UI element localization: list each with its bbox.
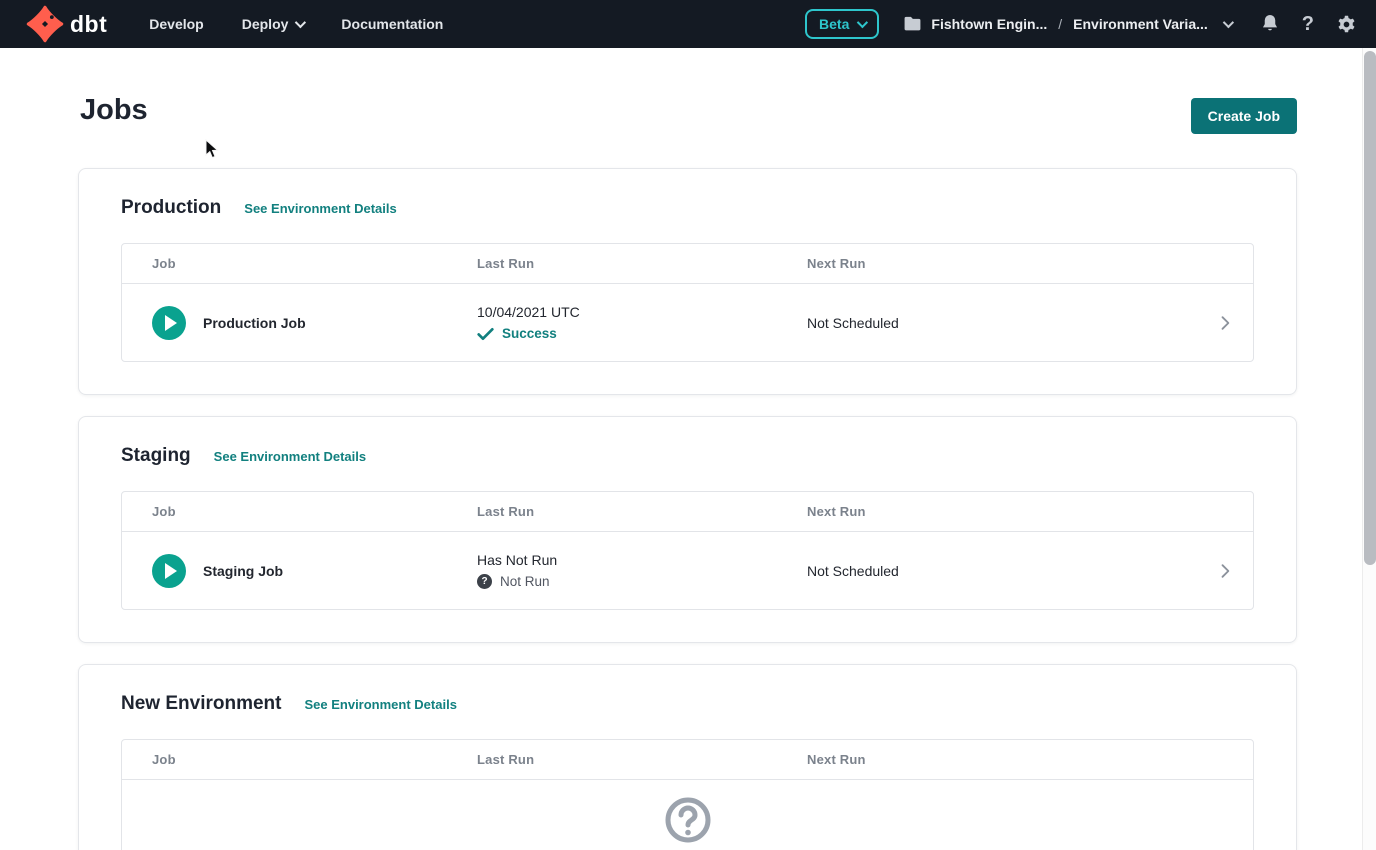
column-header-next-run: Next Run [807, 256, 1197, 271]
environment-name: Staging [121, 445, 191, 467]
jobs-table-header: Job Last Run Next Run [122, 740, 1253, 780]
next-run-value: Not Scheduled [807, 563, 1197, 579]
last-run-status: Not Run [500, 574, 550, 589]
see-environment-details-link[interactable]: See Environment Details [304, 697, 456, 712]
job-row-staging[interactable]: Staging Job Has Not Run ? Not Run Not Sc… [122, 532, 1253, 609]
empty-state-question-circle-icon [664, 796, 712, 849]
dbt-logo-icon [26, 5, 64, 43]
job-name: Staging Job [203, 563, 283, 579]
run-job-button[interactable] [152, 554, 186, 588]
help-icon[interactable]: ? [1302, 14, 1314, 34]
create-job-button[interactable]: Create Job [1191, 98, 1297, 134]
last-run-date: 10/04/2021 UTC [477, 304, 807, 320]
run-job-button[interactable] [152, 306, 186, 340]
job-row-production[interactable]: Production Job 10/04/2021 UTC Success No… [122, 284, 1253, 361]
not-run-question-icon: ? [477, 574, 492, 589]
breadcrumb: Fishtown Engin... / Environment Varia... [903, 16, 1230, 32]
jobs-table-header: Job Last Run Next Run [122, 244, 1253, 284]
environment-card-staging: Staging See Environment Details Job Last… [78, 416, 1297, 643]
success-check-icon [477, 327, 494, 341]
dbt-logo[interactable]: dbt [26, 5, 107, 43]
see-environment-details-link[interactable]: See Environment Details [244, 201, 396, 216]
environment-card-production: Production See Environment Details Job L… [78, 168, 1297, 395]
nav-item-develop[interactable]: Develop [149, 16, 203, 32]
chevron-down-icon[interactable] [1223, 17, 1234, 28]
dbt-logo-word: dbt [70, 13, 107, 36]
breadcrumb-separator: / [1056, 16, 1064, 32]
chevron-down-icon [295, 17, 306, 28]
jobs-table: Job Last Run Next Run Staging Job Has No… [121, 491, 1254, 610]
job-name: Production Job [203, 315, 306, 331]
jobs-table-header: Job Last Run Next Run [122, 492, 1253, 532]
column-header-next-run: Next Run [807, 504, 1197, 519]
page-title: Jobs [78, 94, 148, 127]
folder-icon [903, 16, 922, 32]
play-icon [165, 563, 177, 579]
last-run-status: Success [502, 326, 557, 341]
scrollbar-track[interactable] [1362, 48, 1376, 850]
bell-icon[interactable] [1261, 14, 1279, 34]
column-header-last-run: Last Run [477, 504, 807, 519]
nav-item-documentation-label: Documentation [341, 16, 443, 32]
chevron-right-icon [1197, 561, 1253, 581]
column-header-job: Job [152, 504, 477, 519]
breadcrumb-project[interactable]: Environment Varia... [1073, 16, 1208, 32]
gear-icon[interactable] [1337, 15, 1356, 34]
environment-name: New Environment [121, 693, 281, 715]
breadcrumb-account[interactable]: Fishtown Engin... [931, 16, 1047, 32]
beta-label: Beta [819, 16, 849, 32]
see-environment-details-link[interactable]: See Environment Details [214, 449, 366, 464]
last-run-date: Has Not Run [477, 552, 807, 568]
environment-card-new-environment: New Environment See Environment Details … [78, 664, 1297, 850]
column-header-job: Job [152, 752, 477, 767]
empty-jobs-state [122, 780, 1253, 850]
main-nav: Develop Deploy Documentation [149, 16, 443, 32]
jobs-page: Jobs Create Job Production See Environme… [0, 94, 1376, 850]
scrollbar-thumb[interactable] [1364, 51, 1376, 565]
column-header-last-run: Last Run [477, 752, 807, 767]
column-header-last-run: Last Run [477, 256, 807, 271]
play-icon [165, 315, 177, 331]
environment-name: Production [121, 197, 221, 219]
jobs-table: Job Last Run Next Run [121, 739, 1254, 850]
top-nav: dbt Develop Deploy Documentation Beta [0, 0, 1376, 48]
nav-item-develop-label: Develop [149, 16, 203, 32]
chevron-right-icon [1197, 313, 1253, 333]
next-run-value: Not Scheduled [807, 315, 1197, 331]
nav-item-documentation[interactable]: Documentation [341, 16, 443, 32]
chevron-down-icon [857, 17, 868, 28]
nav-item-deploy-label: Deploy [242, 16, 289, 32]
jobs-table: Job Last Run Next Run Production Job 10/… [121, 243, 1254, 362]
beta-dropdown[interactable]: Beta [805, 9, 879, 39]
column-header-next-run: Next Run [807, 752, 1197, 767]
column-header-job: Job [152, 256, 477, 271]
nav-item-deploy[interactable]: Deploy [242, 16, 304, 32]
